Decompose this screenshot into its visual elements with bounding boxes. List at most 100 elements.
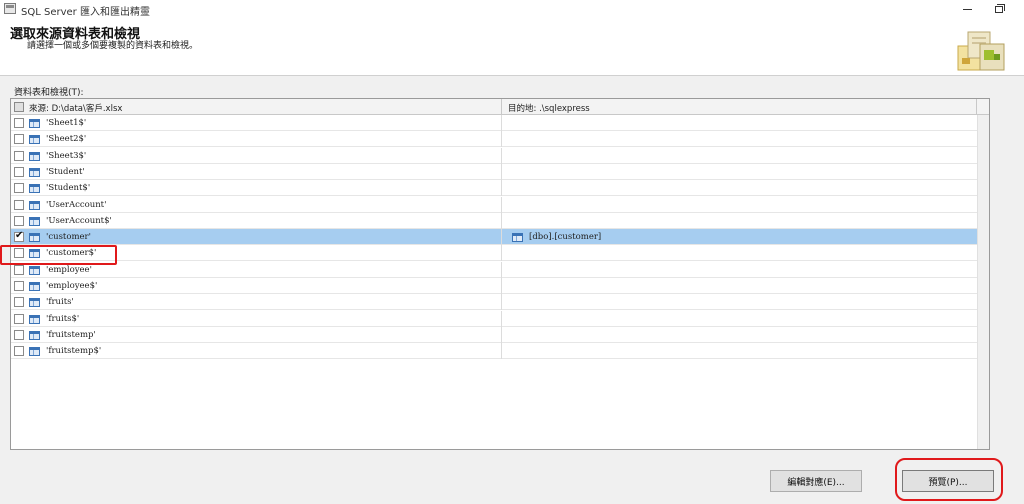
source-name: 'fruitstemp$' xyxy=(46,346,102,357)
source-cell: 'employee$' xyxy=(11,278,502,294)
wizard-banner-icon xyxy=(957,31,1005,71)
destination-cell[interactable] xyxy=(502,278,977,294)
table-row[interactable]: 'fruits' xyxy=(11,294,977,311)
source-cell: 'UserAccount' xyxy=(11,196,502,213)
title-bar: SQL Server 匯入和匯出精靈 xyxy=(0,0,1024,18)
table-icon xyxy=(512,233,523,243)
source-name: 'Sheet2$' xyxy=(46,134,87,145)
source-name: 'Sheet3$' xyxy=(46,150,87,161)
table-row[interactable]: 'Sheet1$' xyxy=(11,115,977,131)
destination-cell[interactable] xyxy=(502,131,977,147)
annotation-highlight-preview xyxy=(895,458,1003,501)
table-row[interactable]: 'Student$' xyxy=(11,180,977,197)
table-icon xyxy=(29,233,40,243)
destination-cell[interactable] xyxy=(502,262,977,278)
window-title: SQL Server 匯入和匯出精靈 xyxy=(21,7,150,18)
destination-cell[interactable] xyxy=(502,115,977,131)
row-checkbox[interactable] xyxy=(14,230,24,243)
row-checkbox[interactable] xyxy=(14,346,24,357)
destination-cell[interactable] xyxy=(502,180,977,196)
row-checkbox[interactable] xyxy=(14,281,24,291)
source-cell: 'fruits' xyxy=(11,294,502,311)
table-row[interactable]: 'employee$' xyxy=(11,278,977,294)
row-checkbox[interactable] xyxy=(14,313,24,324)
table-icon xyxy=(29,119,40,128)
source-name: 'fruits' xyxy=(46,297,74,308)
wizard-header: 選取來源資料表和檢視 請選擇一個或多個要複製的資料表和檢視。 xyxy=(0,18,1024,76)
source-column-header[interactable]: 來源: D:\data\客戶.xlsx xyxy=(11,99,502,115)
source-cell: 'fruitstemp$' xyxy=(11,343,502,360)
table-icon xyxy=(29,135,40,145)
source-cell: 'fruits$' xyxy=(11,310,502,327)
row-checkbox[interactable] xyxy=(14,134,24,145)
destination-column-header[interactable]: 目的地: .\sqlexpress xyxy=(502,99,977,115)
destination-cell[interactable] xyxy=(502,164,977,180)
destination-cell[interactable] xyxy=(502,343,977,359)
source-cell: 'fruitstemp' xyxy=(11,326,502,343)
table-icon xyxy=(29,184,40,194)
row-checkbox[interactable] xyxy=(14,215,24,226)
row-checkbox[interactable] xyxy=(14,183,24,194)
destination-cell[interactable] xyxy=(502,245,977,261)
destination-cell[interactable] xyxy=(502,197,977,213)
table-row[interactable]: 'Sheet3$' xyxy=(11,147,977,164)
table-icon xyxy=(29,330,40,340)
source-name: 'fruitstemp' xyxy=(46,329,96,340)
tables-grid[interactable]: 來源: D:\data\客戶.xlsx 目的地: .\sqlexpress 'S… xyxy=(10,98,990,450)
destination-cell[interactable] xyxy=(502,148,977,164)
destination-column-label: 目的地: .\sqlexpress xyxy=(508,104,590,114)
table-row[interactable]: 'Sheet2$' xyxy=(11,131,977,148)
table-icon xyxy=(29,298,40,308)
annotation-highlight-row xyxy=(0,245,117,265)
edit-mappings-button[interactable]: 編輯對應(E)... xyxy=(770,470,862,492)
restore-icon xyxy=(995,3,1005,13)
source-name: 'UserAccount' xyxy=(46,199,107,210)
source-column-label: 來源: D:\data\客戶.xlsx xyxy=(29,104,123,114)
table-row[interactable]: 'customer' [dbo].[customer] xyxy=(11,229,977,246)
table-icon xyxy=(29,200,40,210)
table-icon xyxy=(29,347,40,357)
destination-cell[interactable] xyxy=(502,311,977,327)
table-row[interactable]: 'fruits$' xyxy=(11,310,977,327)
source-cell: 'Sheet2$' xyxy=(11,131,502,148)
source-cell: 'Student' xyxy=(11,163,502,180)
table-row[interactable]: 'customer$' xyxy=(11,245,977,262)
tables-list-label: 資料表和檢視(T): xyxy=(14,88,84,98)
source-name: 'Student' xyxy=(46,166,85,177)
row-checkbox[interactable] xyxy=(14,297,24,308)
source-name: 'Student$' xyxy=(46,183,91,194)
table-row[interactable]: 'employee' xyxy=(11,261,977,278)
row-checkbox[interactable] xyxy=(14,199,24,210)
app-icon xyxy=(4,3,16,14)
destination-name: [dbo].[customer] xyxy=(529,232,602,243)
source-name: 'employee' xyxy=(46,264,92,275)
row-checkbox[interactable] xyxy=(14,329,24,340)
table-row[interactable]: 'Student' xyxy=(11,163,977,180)
destination-cell[interactable]: [dbo].[customer] xyxy=(502,229,977,245)
minimize-button[interactable] xyxy=(952,0,982,18)
table-row[interactable]: 'UserAccount$' xyxy=(11,212,977,229)
select-all-checkbox[interactable] xyxy=(14,102,24,112)
row-checkbox[interactable] xyxy=(14,150,24,161)
source-cell: 'Sheet3$' xyxy=(11,147,502,164)
table-icon xyxy=(29,151,40,161)
destination-cell[interactable] xyxy=(502,213,977,229)
vertical-scrollbar[interactable] xyxy=(977,115,989,449)
row-checkbox[interactable] xyxy=(14,118,24,128)
table-row[interactable]: 'fruitstemp' xyxy=(11,326,977,343)
table-row[interactable]: 'UserAccount' xyxy=(11,196,977,213)
destination-cell[interactable] xyxy=(502,327,977,343)
row-checkbox[interactable] xyxy=(14,166,24,177)
source-name: 'fruits$' xyxy=(46,313,80,324)
grid-header: 來源: D:\data\客戶.xlsx 目的地: .\sqlexpress xyxy=(11,99,989,115)
row-checkbox[interactable] xyxy=(14,264,24,275)
minimize-icon xyxy=(962,8,972,10)
table-row[interactable]: 'fruitstemp$' xyxy=(11,343,977,360)
table-icon xyxy=(29,167,40,177)
source-name: 'Sheet1$' xyxy=(46,118,87,128)
table-icon xyxy=(29,314,40,324)
source-cell: 'Student$' xyxy=(11,180,502,197)
restore-button[interactable] xyxy=(984,0,1014,18)
destination-cell[interactable] xyxy=(502,294,977,310)
table-icon xyxy=(29,216,40,226)
